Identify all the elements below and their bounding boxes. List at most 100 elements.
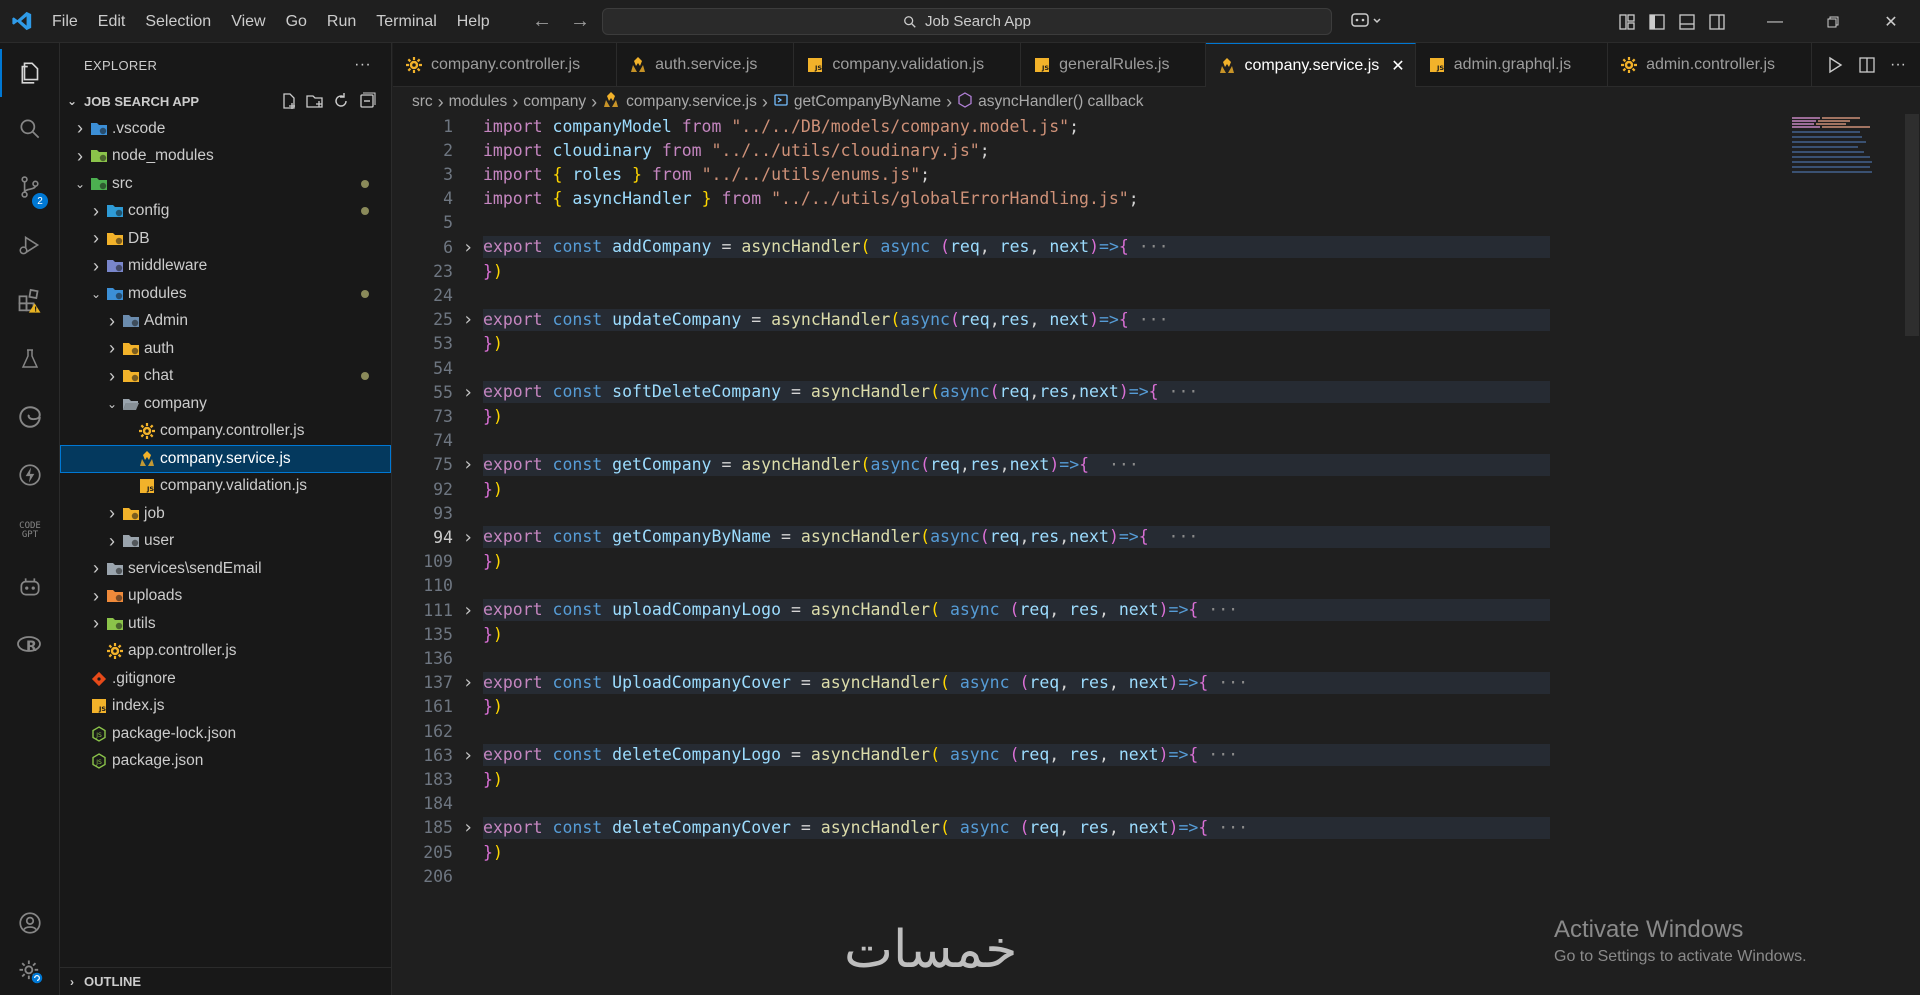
chevron-right-icon[interactable]: › <box>88 613 104 634</box>
chevron-right-icon[interactable]: › <box>104 338 120 359</box>
fold-chevron-icon[interactable]: › <box>453 309 483 330</box>
close-window-button[interactable]: ✕ <box>1862 0 1920 43</box>
tree-item[interactable]: company.service.js <box>60 445 391 473</box>
tree-item[interactable]: app.controller.js <box>60 638 391 666</box>
workspace-section-header[interactable]: ⌄ JOB SEARCH APP <box>60 87 391 115</box>
customize-layout-icon[interactable] <box>1612 7 1642 37</box>
chevron-right-icon[interactable]: › <box>104 311 120 332</box>
restore-window-button[interactable] <box>1804 0 1862 43</box>
forward-arrow-icon[interactable]: → <box>570 10 590 33</box>
tree-item[interactable]: ⌄ modules <box>60 280 391 308</box>
minimap[interactable] <box>1790 115 1906 177</box>
fold-chevron-icon[interactable]: › <box>453 672 483 693</box>
breadcrumb-item[interactable]: company <box>523 93 586 111</box>
tree-item[interactable]: JS index.js <box>60 693 391 721</box>
toggle-secondary-sidebar-icon[interactable] <box>1702 7 1732 37</box>
tree-item[interactable]: › user <box>60 528 391 556</box>
fold-chevron-icon[interactable]: › <box>453 454 483 475</box>
tree-item[interactable]: JS package.json <box>60 748 391 776</box>
tree-item[interactable]: › middleware <box>60 253 391 281</box>
breadcrumb-item[interactable]: src <box>412 93 433 111</box>
fold-chevron-icon[interactable]: › <box>453 600 483 621</box>
tree-item[interactable]: › node_modules <box>60 143 391 171</box>
tree-item[interactable]: › job <box>60 500 391 528</box>
fold-chevron-icon[interactable]: › <box>453 817 483 838</box>
more-actions-button[interactable]: ··· <box>354 56 371 74</box>
new-file-icon[interactable] <box>279 91 299 111</box>
tab-company-service-js[interactable]: company.service.js ✕ <box>1206 43 1416 87</box>
tree-item[interactable]: › services\sendEmail <box>60 555 391 583</box>
collapse-all-icon[interactable] <box>357 91 377 111</box>
more-actions-icon[interactable]: ··· <box>1890 56 1906 74</box>
chevron-right-icon[interactable]: › <box>72 118 88 139</box>
tree-item[interactable]: ⌄ src <box>60 170 391 198</box>
source-control-icon[interactable]: 2 <box>0 163 60 211</box>
chevron-down-icon[interactable]: ⌄ <box>88 287 104 301</box>
menu-view[interactable]: View <box>221 0 275 43</box>
tree-item[interactable]: JS company.validation.js <box>60 473 391 501</box>
edge-browser-icon[interactable] <box>0 393 60 441</box>
codegpt-icon[interactable]: CODE GPT <box>0 507 60 555</box>
menu-go[interactable]: Go <box>276 0 317 43</box>
chevron-right-icon[interactable]: › <box>88 256 104 277</box>
tree-item[interactable]: › auth <box>60 335 391 363</box>
editor-scrollbar[interactable] <box>1905 114 1919 336</box>
search-icon[interactable] <box>0 105 60 153</box>
run-debug-icon[interactable] <box>0 221 60 269</box>
command-center-search[interactable]: Job Search App <box>602 8 1332 35</box>
fold-chevron-icon[interactable]: › <box>453 745 483 766</box>
chevron-right-icon[interactable]: › <box>88 201 104 222</box>
breadcrumb-item[interactable]: company.service.js <box>626 93 757 111</box>
chevron-down-icon[interactable]: ⌄ <box>104 397 120 411</box>
menu-edit[interactable]: Edit <box>88 0 136 43</box>
minimize-window-button[interactable]: — <box>1746 0 1804 43</box>
menu-help[interactable]: Help <box>447 0 500 43</box>
code-editor[interactable]: 1 import companyModel from "../../DB/mode… <box>393 114 1920 995</box>
new-folder-icon[interactable] <box>305 91 325 111</box>
chevron-right-icon[interactable]: › <box>72 146 88 167</box>
split-editor-icon[interactable] <box>1858 56 1876 74</box>
toggle-primary-sidebar-icon[interactable] <box>1642 7 1672 37</box>
toggle-panel-icon[interactable] <box>1672 7 1702 37</box>
close-tab-icon[interactable]: ✕ <box>1391 56 1404 76</box>
breadcrumb-item[interactable]: getCompanyByName <box>794 93 941 111</box>
chevron-right-icon[interactable]: › <box>88 558 104 579</box>
tab-company-validation-js[interactable]: JS company.validation.js <box>794 43 1022 87</box>
tree-item[interactable]: company.controller.js <box>60 418 391 446</box>
copilot-icon[interactable] <box>1350 9 1384 37</box>
manage-gear-icon[interactable] <box>0 947 60 995</box>
run-icon[interactable] <box>1826 56 1844 74</box>
fold-chevron-icon[interactable]: › <box>453 382 483 403</box>
menu-selection[interactable]: Selection <box>135 0 221 43</box>
chevron-right-icon[interactable]: › <box>104 366 120 387</box>
chevron-right-icon[interactable]: › <box>104 531 120 552</box>
tab-company-controller-js[interactable]: company.controller.js <box>393 43 618 87</box>
back-arrow-icon[interactable]: ← <box>532 10 552 33</box>
tree-item[interactable]: JS package-lock.json <box>60 720 391 748</box>
fold-chevron-icon[interactable]: › <box>453 237 483 258</box>
accounts-icon[interactable] <box>0 899 60 947</box>
chevron-right-icon[interactable]: › <box>88 228 104 249</box>
tree-item[interactable]: .gitignore <box>60 665 391 693</box>
r-language-icon[interactable]: R <box>0 621 60 669</box>
tab-admin-controller-js[interactable]: admin.controller.js <box>1608 43 1813 87</box>
tab-generalRules-js[interactable]: JS generalRules.js <box>1021 43 1207 87</box>
extensions-icon[interactable]: ! <box>0 277 60 325</box>
breadcrumb-item[interactable]: modules <box>449 93 508 111</box>
refresh-icon[interactable] <box>331 91 351 111</box>
tab-auth-service-js[interactable]: auth.service.js <box>617 43 795 87</box>
tree-item[interactable]: › config <box>60 198 391 226</box>
tree-item[interactable]: › DB <box>60 225 391 253</box>
tree-item[interactable]: › Admin <box>60 308 391 336</box>
breadcrumb-item[interactable]: asyncHandler() callback <box>978 93 1143 111</box>
chevron-right-icon[interactable]: › <box>104 503 120 524</box>
outline-section-header[interactable]: › OUTLINE <box>60 967 392 995</box>
chevron-right-icon[interactable]: › <box>88 586 104 607</box>
menu-terminal[interactable]: Terminal <box>366 0 446 43</box>
tree-item[interactable]: › utils <box>60 610 391 638</box>
tree-item[interactable]: › uploads <box>60 583 391 611</box>
chevron-down-icon[interactable]: ⌄ <box>72 177 88 191</box>
menu-file[interactable]: File <box>44 0 88 43</box>
copilot-chat-icon[interactable] <box>0 563 60 611</box>
explorer-icon[interactable] <box>0 49 60 97</box>
